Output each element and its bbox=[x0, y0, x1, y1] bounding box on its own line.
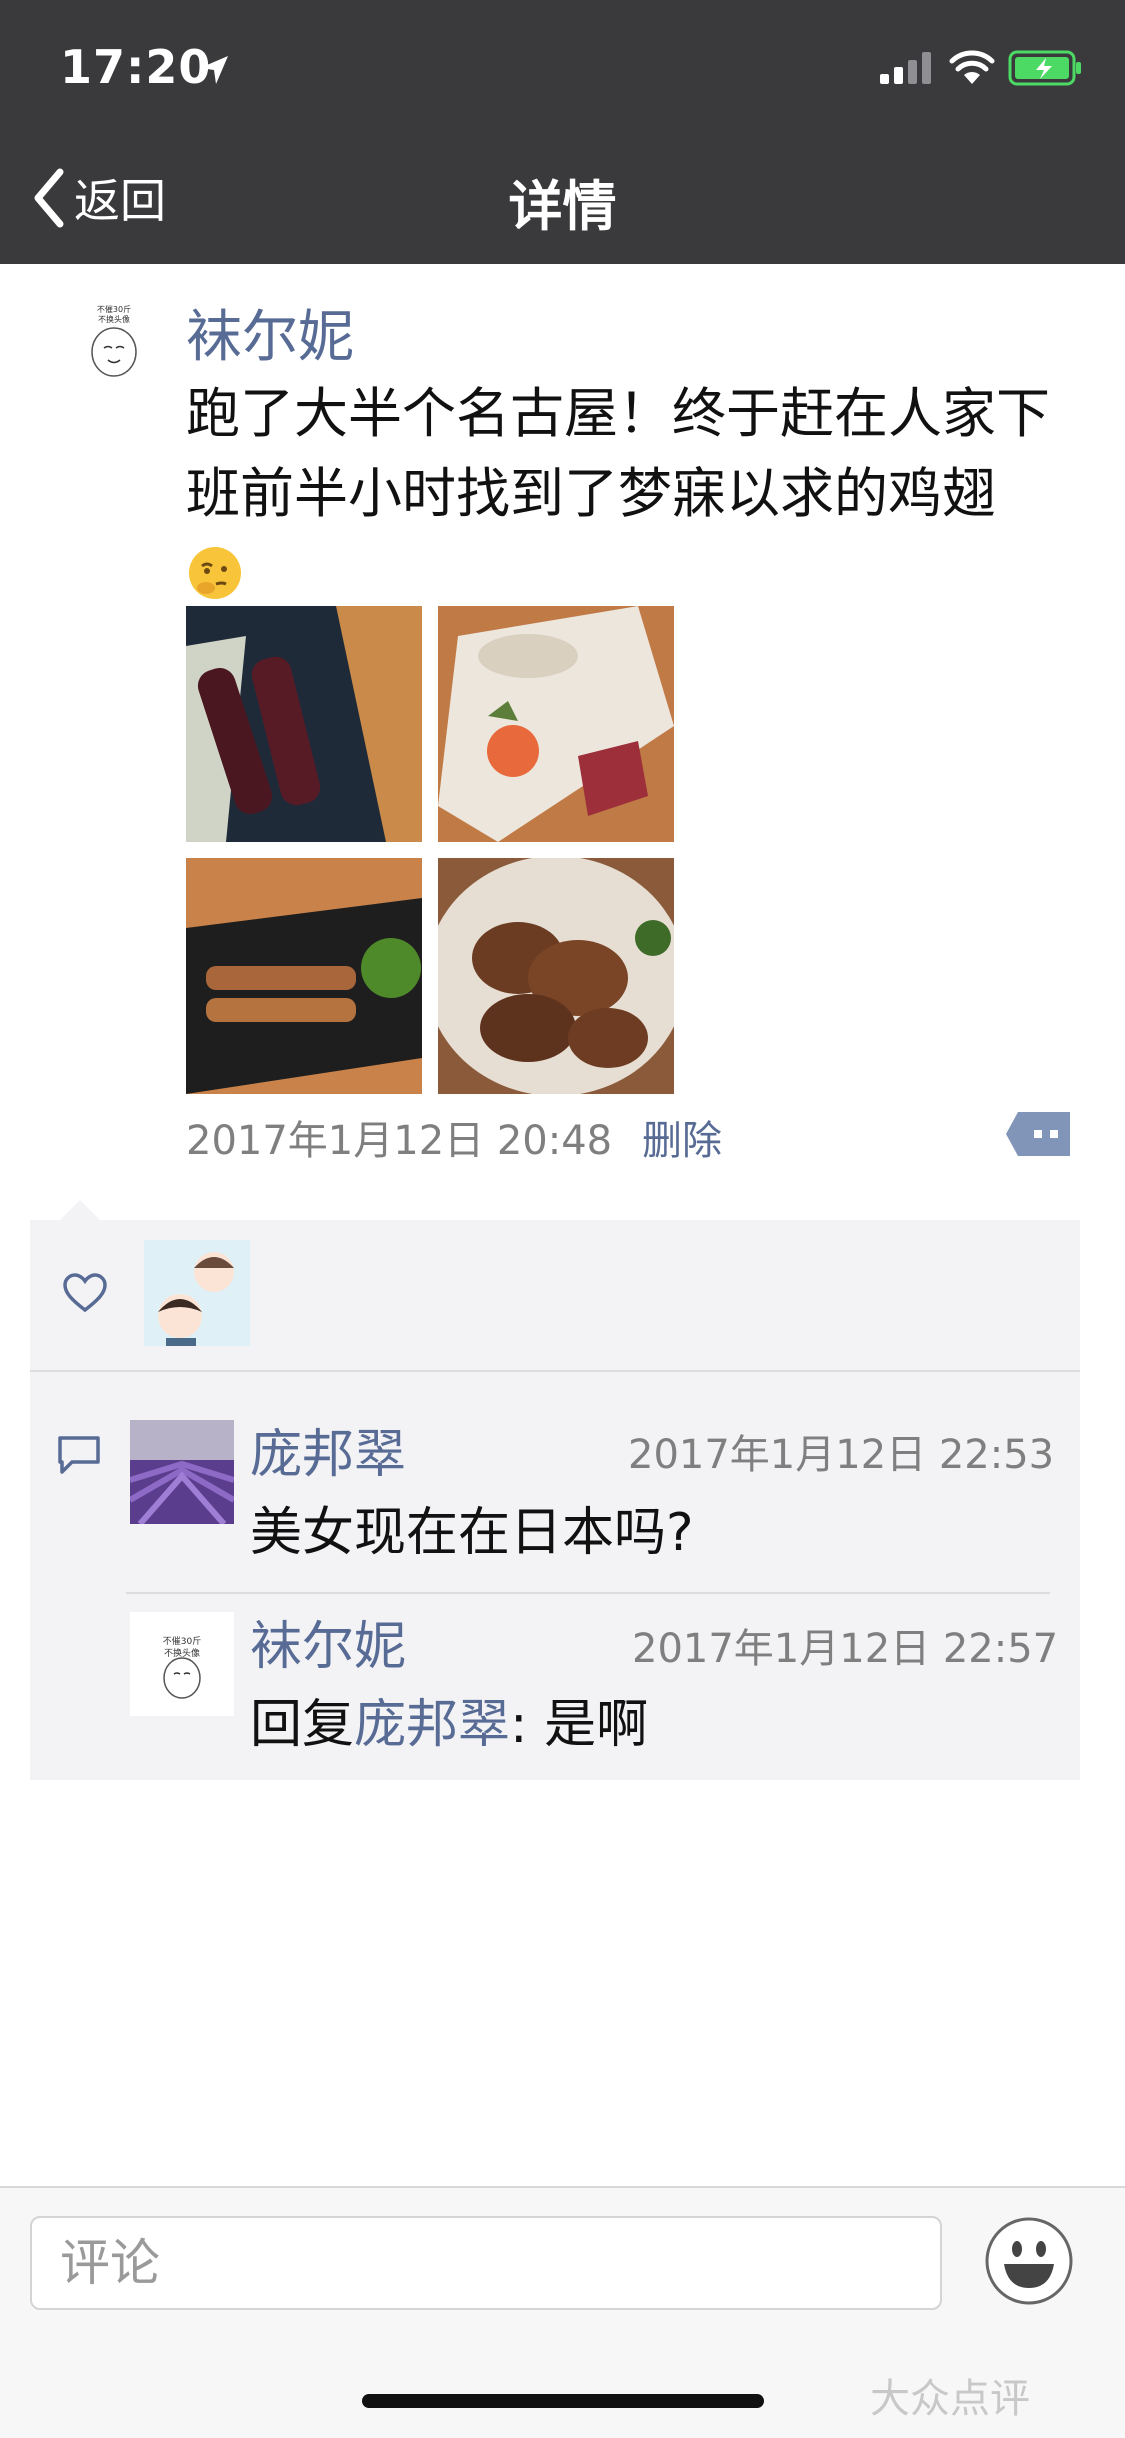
divider bbox=[30, 1370, 1080, 1372]
delete-link[interactable]: 删除 bbox=[642, 1108, 722, 1166]
status-time: 17:20 bbox=[60, 40, 212, 94]
comment-time: 2017年1月12日 22:57 bbox=[632, 1626, 1059, 1672]
page-title: 详情 bbox=[508, 175, 617, 238]
comment-input[interactable]: 评论 bbox=[30, 2216, 942, 2310]
post-photo-4[interactable] bbox=[438, 858, 674, 1094]
post-text: 跑了大半个名古屋！终于赶在人家下班前半小时找到了梦寐以求的鸡翅 bbox=[186, 374, 1096, 614]
heart-icon bbox=[63, 1273, 107, 1313]
avatar-caption: 不催30斤 bbox=[163, 1635, 201, 1647]
signal-icon bbox=[880, 52, 931, 84]
comment-text[interactable]: 美女现在在日本吗? bbox=[250, 1490, 694, 1565]
reply-prefix: 回复 bbox=[250, 1695, 355, 1755]
smiley-icon[interactable] bbox=[984, 2216, 1074, 2306]
comment-time: 2017年1月12日 22:53 bbox=[628, 1432, 1055, 1478]
liker-avatar[interactable] bbox=[144, 1240, 250, 1346]
home-indicator bbox=[362, 2394, 764, 2408]
commenter-avatar[interactable] bbox=[130, 1420, 234, 1524]
reply-text: : 是啊 bbox=[510, 1695, 649, 1755]
reply-to-name[interactable]: 庞邦翠 bbox=[354, 1695, 510, 1755]
battery-icon bbox=[1008, 50, 1081, 86]
divider bbox=[126, 1592, 1050, 1594]
wifi-icon bbox=[949, 50, 995, 84]
post-text-content: 跑了大半个名古屋！终于赶在人家下班前半小时找到了梦寐以求的鸡翅 bbox=[186, 382, 1050, 525]
comment-icon bbox=[58, 1436, 100, 1474]
comment-text[interactable]: 回复庞邦翠: 是啊 bbox=[250, 1682, 648, 1757]
post-photo-2[interactable] bbox=[438, 606, 674, 842]
avatar-caption: 不换头像 bbox=[98, 314, 130, 324]
author-avatar[interactable]: 不催30斤 不换头像 bbox=[72, 298, 156, 382]
location-arrow-icon bbox=[200, 56, 228, 84]
post-photo-3[interactable] bbox=[186, 858, 422, 1094]
avatar-caption: 不催30斤 bbox=[97, 304, 131, 314]
thinking-emoji-icon bbox=[189, 547, 241, 599]
avatar-caption: 不换头像 bbox=[164, 1647, 200, 1659]
watermark: 大众点评 bbox=[870, 2376, 1030, 2422]
author-name[interactable]: 袜尔妮 bbox=[186, 292, 354, 373]
commenter-name[interactable]: 庞邦翠 bbox=[250, 1412, 406, 1487]
comment-action-icon[interactable] bbox=[1004, 1108, 1074, 1160]
commenter-avatar[interactable]: 不催30斤 不换头像 bbox=[130, 1612, 234, 1716]
panel-arrow bbox=[58, 1200, 102, 1222]
post-photo-1[interactable] bbox=[186, 606, 422, 842]
commenter-name[interactable]: 袜尔妮 bbox=[250, 1604, 406, 1679]
post-timestamp: 2017年1月12日 20:48 bbox=[186, 1118, 613, 1164]
